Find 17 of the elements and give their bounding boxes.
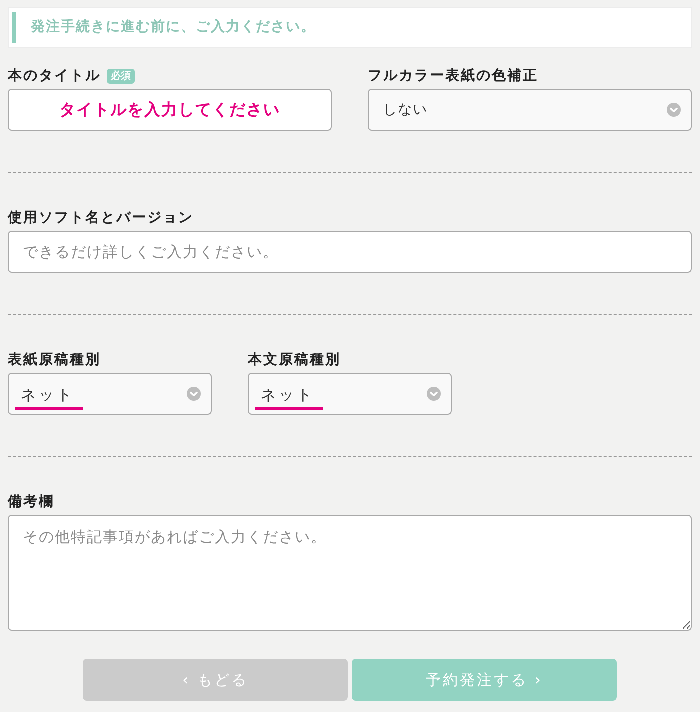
field-label: 使用ソフト名とバージョン: [8, 209, 194, 228]
chevron-down-icon: [427, 387, 441, 401]
chevron-down-icon: [667, 103, 681, 117]
notice-text: 発注手続きに進む前に、ご入力ください。: [12, 12, 687, 43]
dropdown-select[interactable]: ネット: [248, 373, 452, 415]
field-label: 備考欄: [8, 493, 54, 512]
field-label: 表紙原稿種別: [8, 351, 101, 370]
text-input[interactable]: タイトルを入力してください: [8, 89, 332, 131]
field-label: フルカラー表紙の色補正: [368, 67, 538, 86]
field-label: 本文原稿種別: [248, 351, 341, 370]
required-badge: 必須: [107, 68, 135, 84]
field-label: 本のタイトル: [8, 67, 101, 86]
textarea-field[interactable]: その他特記事項があればご入力ください。: [8, 515, 692, 631]
dropdown-select[interactable]: しない: [368, 89, 692, 131]
dropdown-select[interactable]: ネット: [8, 373, 212, 415]
text-input[interactable]: できるだけ詳しくご入力ください。: [8, 231, 692, 273]
chevron-down-icon: [187, 387, 201, 401]
